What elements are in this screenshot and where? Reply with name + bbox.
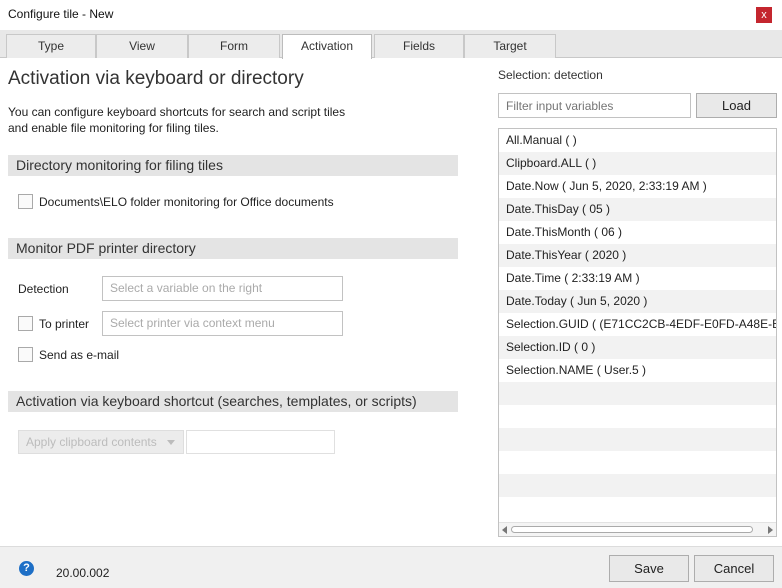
tab-activation[interactable]: Activation — [282, 34, 372, 59]
list-item — [499, 497, 776, 520]
tab-type[interactable]: Type — [6, 34, 96, 58]
tab-view[interactable]: View — [96, 34, 188, 58]
tab-form[interactable]: Form — [188, 34, 280, 58]
scrollbar-thumb[interactable] — [511, 526, 753, 533]
list-item — [499, 428, 776, 451]
selection-label: Selection: detection — [498, 68, 603, 82]
list-item[interactable]: Date.Now ( Jun 5, 2020, 2:33:19 AM ) — [499, 175, 776, 198]
scroll-left-icon[interactable] — [502, 526, 507, 534]
tab-fields[interactable]: Fields — [374, 34, 464, 58]
list-item[interactable]: Date.ThisDay ( 05 ) — [499, 198, 776, 221]
title-bar: Configure tile - New x — [0, 0, 782, 30]
window-title: Configure tile - New — [8, 7, 114, 21]
list-item — [499, 382, 776, 405]
list-item[interactable]: All.Manual ( ) — [499, 129, 776, 152]
help-icon[interactable]: ? — [19, 561, 34, 576]
shortcut-field — [186, 430, 335, 454]
clipboard-dropdown-label: Apply clipboard contents — [26, 435, 157, 449]
send-email-checkbox[interactable] — [18, 347, 33, 362]
send-email-checkbox-row[interactable]: Send as e-mail — [18, 347, 119, 362]
detection-field[interactable]: Select a variable on the right — [102, 276, 343, 301]
detection-label: Detection — [18, 282, 69, 296]
close-icon[interactable]: x — [756, 7, 772, 23]
version-label: 20.00.002 — [56, 566, 110, 580]
list-item[interactable]: Date.ThisYear ( 2020 ) — [499, 244, 776, 267]
list-item — [499, 474, 776, 497]
intro-text: You can configure keyboard shortcuts for… — [8, 105, 346, 135]
chevron-down-icon — [167, 440, 175, 445]
list-item[interactable]: Clipboard.ALL ( ) — [499, 152, 776, 175]
to-printer-label: To printer — [39, 316, 90, 331]
scroll-right-icon[interactable] — [768, 526, 773, 534]
list-item[interactable]: Selection.ID ( 0 ) — [499, 336, 776, 359]
section-keyboard-shortcut: Activation via keyboard shortcut (search… — [8, 391, 458, 412]
list-item[interactable]: Selection.NAME ( User.5 ) — [499, 359, 776, 382]
list-item[interactable]: Date.Time ( 2:33:19 AM ) — [499, 267, 776, 290]
list-item[interactable]: Selection.GUID ( (E71CC2CB-4EDF-E0FD-A48… — [499, 313, 776, 336]
filter-input[interactable] — [498, 93, 691, 118]
list-item[interactable]: Date.ThisMonth ( 06 ) — [499, 221, 776, 244]
variables-list[interactable]: All.Manual ( ) Clipboard.ALL ( ) Date.No… — [498, 128, 777, 537]
list-item — [499, 451, 776, 474]
list-item[interactable]: Date.Today ( Jun 5, 2020 ) — [499, 290, 776, 313]
cancel-button[interactable]: Cancel — [694, 555, 774, 582]
to-printer-checkbox[interactable] — [18, 316, 33, 331]
save-button[interactable]: Save — [609, 555, 689, 582]
tab-bar: Type View Form Activation Fields Target — [0, 30, 782, 59]
list-item — [499, 405, 776, 428]
tab-target[interactable]: Target — [464, 34, 556, 58]
horizontal-scrollbar[interactable] — [499, 522, 776, 536]
page-title: Activation via keyboard or directory — [8, 68, 304, 89]
to-printer-checkbox-row[interactable]: To printer — [18, 316, 89, 331]
dir-monitoring-checkbox-row[interactable]: Documents\ELO folder monitoring for Offi… — [18, 194, 334, 209]
send-email-label: Send as e-mail — [39, 347, 120, 362]
clipboard-dropdown: Apply clipboard contents — [18, 430, 184, 454]
section-pdf-printer: Monitor PDF printer directory — [8, 238, 458, 259]
footer-bar: ? 20.00.002 Save Cancel — [0, 546, 782, 588]
printer-field[interactable]: Select printer via context menu — [102, 311, 343, 336]
section-directory-monitoring: Directory monitoring for filing tiles — [8, 155, 458, 176]
dir-monitoring-label: Documents\ELO folder monitoring for Offi… — [39, 194, 334, 209]
load-button[interactable]: Load — [696, 93, 777, 118]
dir-monitoring-checkbox[interactable] — [18, 194, 33, 209]
